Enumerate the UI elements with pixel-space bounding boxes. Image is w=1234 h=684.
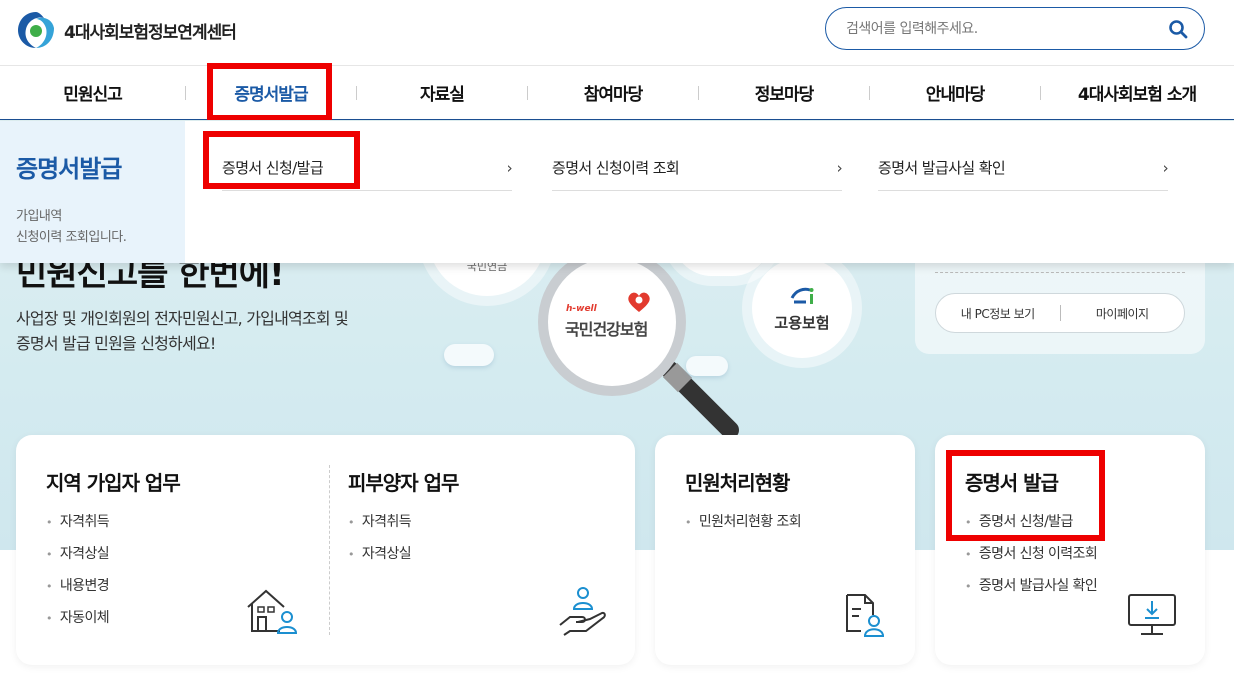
- list-item[interactable]: 민원처리현황 조회: [685, 506, 802, 538]
- hand-person-icon: [559, 587, 606, 636]
- card-status: 민원처리현황 민원처리현황 조회: [655, 435, 915, 665]
- nav-item-civil-report[interactable]: 민원신고: [0, 66, 185, 120]
- card-subscriber-services: 지역 가입자 업무 자격취득 자격상실 내용변경 자동이체 피부양자 업무 자격…: [16, 435, 635, 665]
- card-title-certificate: 증명서 발급: [965, 471, 1059, 495]
- mega-menu-dropdown: 증명서발급 가입내역 신청이력 조회입니다. 증명서 신청/발급 › 증명서 신…: [0, 121, 1234, 263]
- search-input[interactable]: [846, 20, 1166, 37]
- dependent-list: 자격취득 자격상실: [348, 506, 412, 570]
- hwell-label: h-well: [566, 304, 597, 314]
- employment-circle: 고용보험: [752, 258, 852, 358]
- health-insurance-label: 국민건강보험: [565, 320, 648, 339]
- hero-desc-line2: 증명서 발급 민원을 신청하세요!: [16, 334, 216, 353]
- search-icon: [1169, 19, 1188, 38]
- submenu-label: 증명서 신청/발급: [222, 159, 324, 177]
- list-item[interactable]: 증명서 신청/발급: [965, 506, 1097, 538]
- mega-menu-side-panel: 증명서발급 가입내역 신청이력 조회입니다.: [0, 121, 185, 263]
- list-item[interactable]: 증명서 신청 이력조회: [965, 538, 1098, 570]
- hero-description: 사업장 및 개인회원의 전자민원신고, 가입내역조회 및 증명서 발급 민원을 …: [16, 306, 349, 356]
- regional-list: 자격취득 자격상실 내용변경 자동이체: [46, 506, 110, 634]
- chevron-right-icon: ›: [1162, 158, 1169, 177]
- card-title-dependent: 피부양자 업무: [348, 471, 459, 495]
- cloud-decoration: [444, 344, 494, 366]
- mypage-link[interactable]: 마이페이지: [1061, 305, 1185, 322]
- nav-item-information[interactable]: 정보마당: [699, 66, 869, 120]
- hero-desc-line1: 사업장 및 개인회원의 전자민원신고, 가입내역조회 및: [16, 309, 349, 328]
- search-button[interactable]: [1166, 17, 1190, 41]
- list-item[interactable]: 자격상실: [348, 538, 412, 570]
- user-links: 내 PC정보 보기 마이페이지: [935, 293, 1185, 333]
- certificate-list: 증명서 신청/발급 증명서 신청 이력조회 증명서 발급사실 확인: [965, 506, 1098, 602]
- nav-item-library[interactable]: 자료실: [357, 66, 527, 120]
- logo-icon: [18, 12, 54, 48]
- list-item[interactable]: 자동이체: [46, 602, 110, 634]
- list-item[interactable]: 자격상실: [46, 538, 110, 570]
- cloud-decoration: [686, 356, 728, 376]
- employment-label: 고용보험: [774, 313, 830, 332]
- mega-desc-line2: 신청이력 조회입니다.: [16, 230, 127, 245]
- my-pc-info-link[interactable]: 내 PC정보 보기: [936, 305, 1060, 322]
- document-person-icon: [846, 594, 885, 637]
- employment-logo-icon: [790, 287, 814, 304]
- magnifier-icon: [538, 258, 739, 438]
- submenu-label: 증명서 신청이력 조회: [552, 159, 680, 177]
- dashed-divider: [935, 272, 1185, 273]
- mega-menu-title: 증명서발급: [16, 155, 122, 183]
- submenu-certificate-verify[interactable]: 증명서 발급사실 확인 ›: [878, 145, 1169, 191]
- list-item[interactable]: 내용변경: [46, 570, 110, 602]
- submenu-label: 증명서 발급사실 확인: [878, 159, 1006, 177]
- chevron-right-icon: ›: [506, 158, 513, 177]
- card-divider: [329, 465, 330, 635]
- mega-desc-line1: 가입내역: [16, 209, 62, 224]
- logo-text: 4대사회보험정보연계센터: [64, 22, 237, 43]
- submenu-certificate-apply[interactable]: 증명서 신청/발급 ›: [222, 145, 513, 191]
- submenu-certificate-history[interactable]: 증명서 신청이력 조회 ›: [552, 145, 843, 191]
- list-item[interactable]: 자격취득: [348, 506, 412, 538]
- monitor-download-icon: [1128, 594, 1176, 635]
- list-item[interactable]: 자격취득: [46, 506, 110, 538]
- main-navigation: 민원신고 증명서발급 자료실 참여마당 정보마당 안내마당 4대사회보험 소개: [0, 66, 1234, 120]
- site-logo[interactable]: 4대사회보험정보연계센터: [16, 10, 237, 50]
- site-header: 4대사회보험정보연계센터: [0, 0, 1234, 66]
- house-person-icon: [247, 589, 298, 634]
- heart-icon: [628, 292, 650, 312]
- nav-item-about[interactable]: 4대사회보험 소개: [1041, 66, 1233, 120]
- nav-item-certificate[interactable]: 증명서발급: [186, 66, 356, 120]
- chevron-right-icon: ›: [836, 158, 843, 177]
- status-list: 민원처리현황 조회: [685, 506, 802, 538]
- nav-item-participation[interactable]: 참여마당: [528, 66, 698, 120]
- mega-menu-description: 가입내역 신청이력 조회입니다.: [16, 206, 169, 248]
- card-certificate: 증명서 발급 증명서 신청/발급 증명서 신청 이력조회 증명서 발급사실 확인: [935, 435, 1205, 665]
- nav-item-guide[interactable]: 안내마당: [870, 66, 1040, 120]
- card-title-regional: 지역 가입자 업무: [46, 471, 181, 495]
- card-title-status: 민원처리현황: [685, 471, 790, 495]
- list-item[interactable]: 증명서 발급사실 확인: [965, 570, 1098, 602]
- search-box: [825, 7, 1205, 50]
